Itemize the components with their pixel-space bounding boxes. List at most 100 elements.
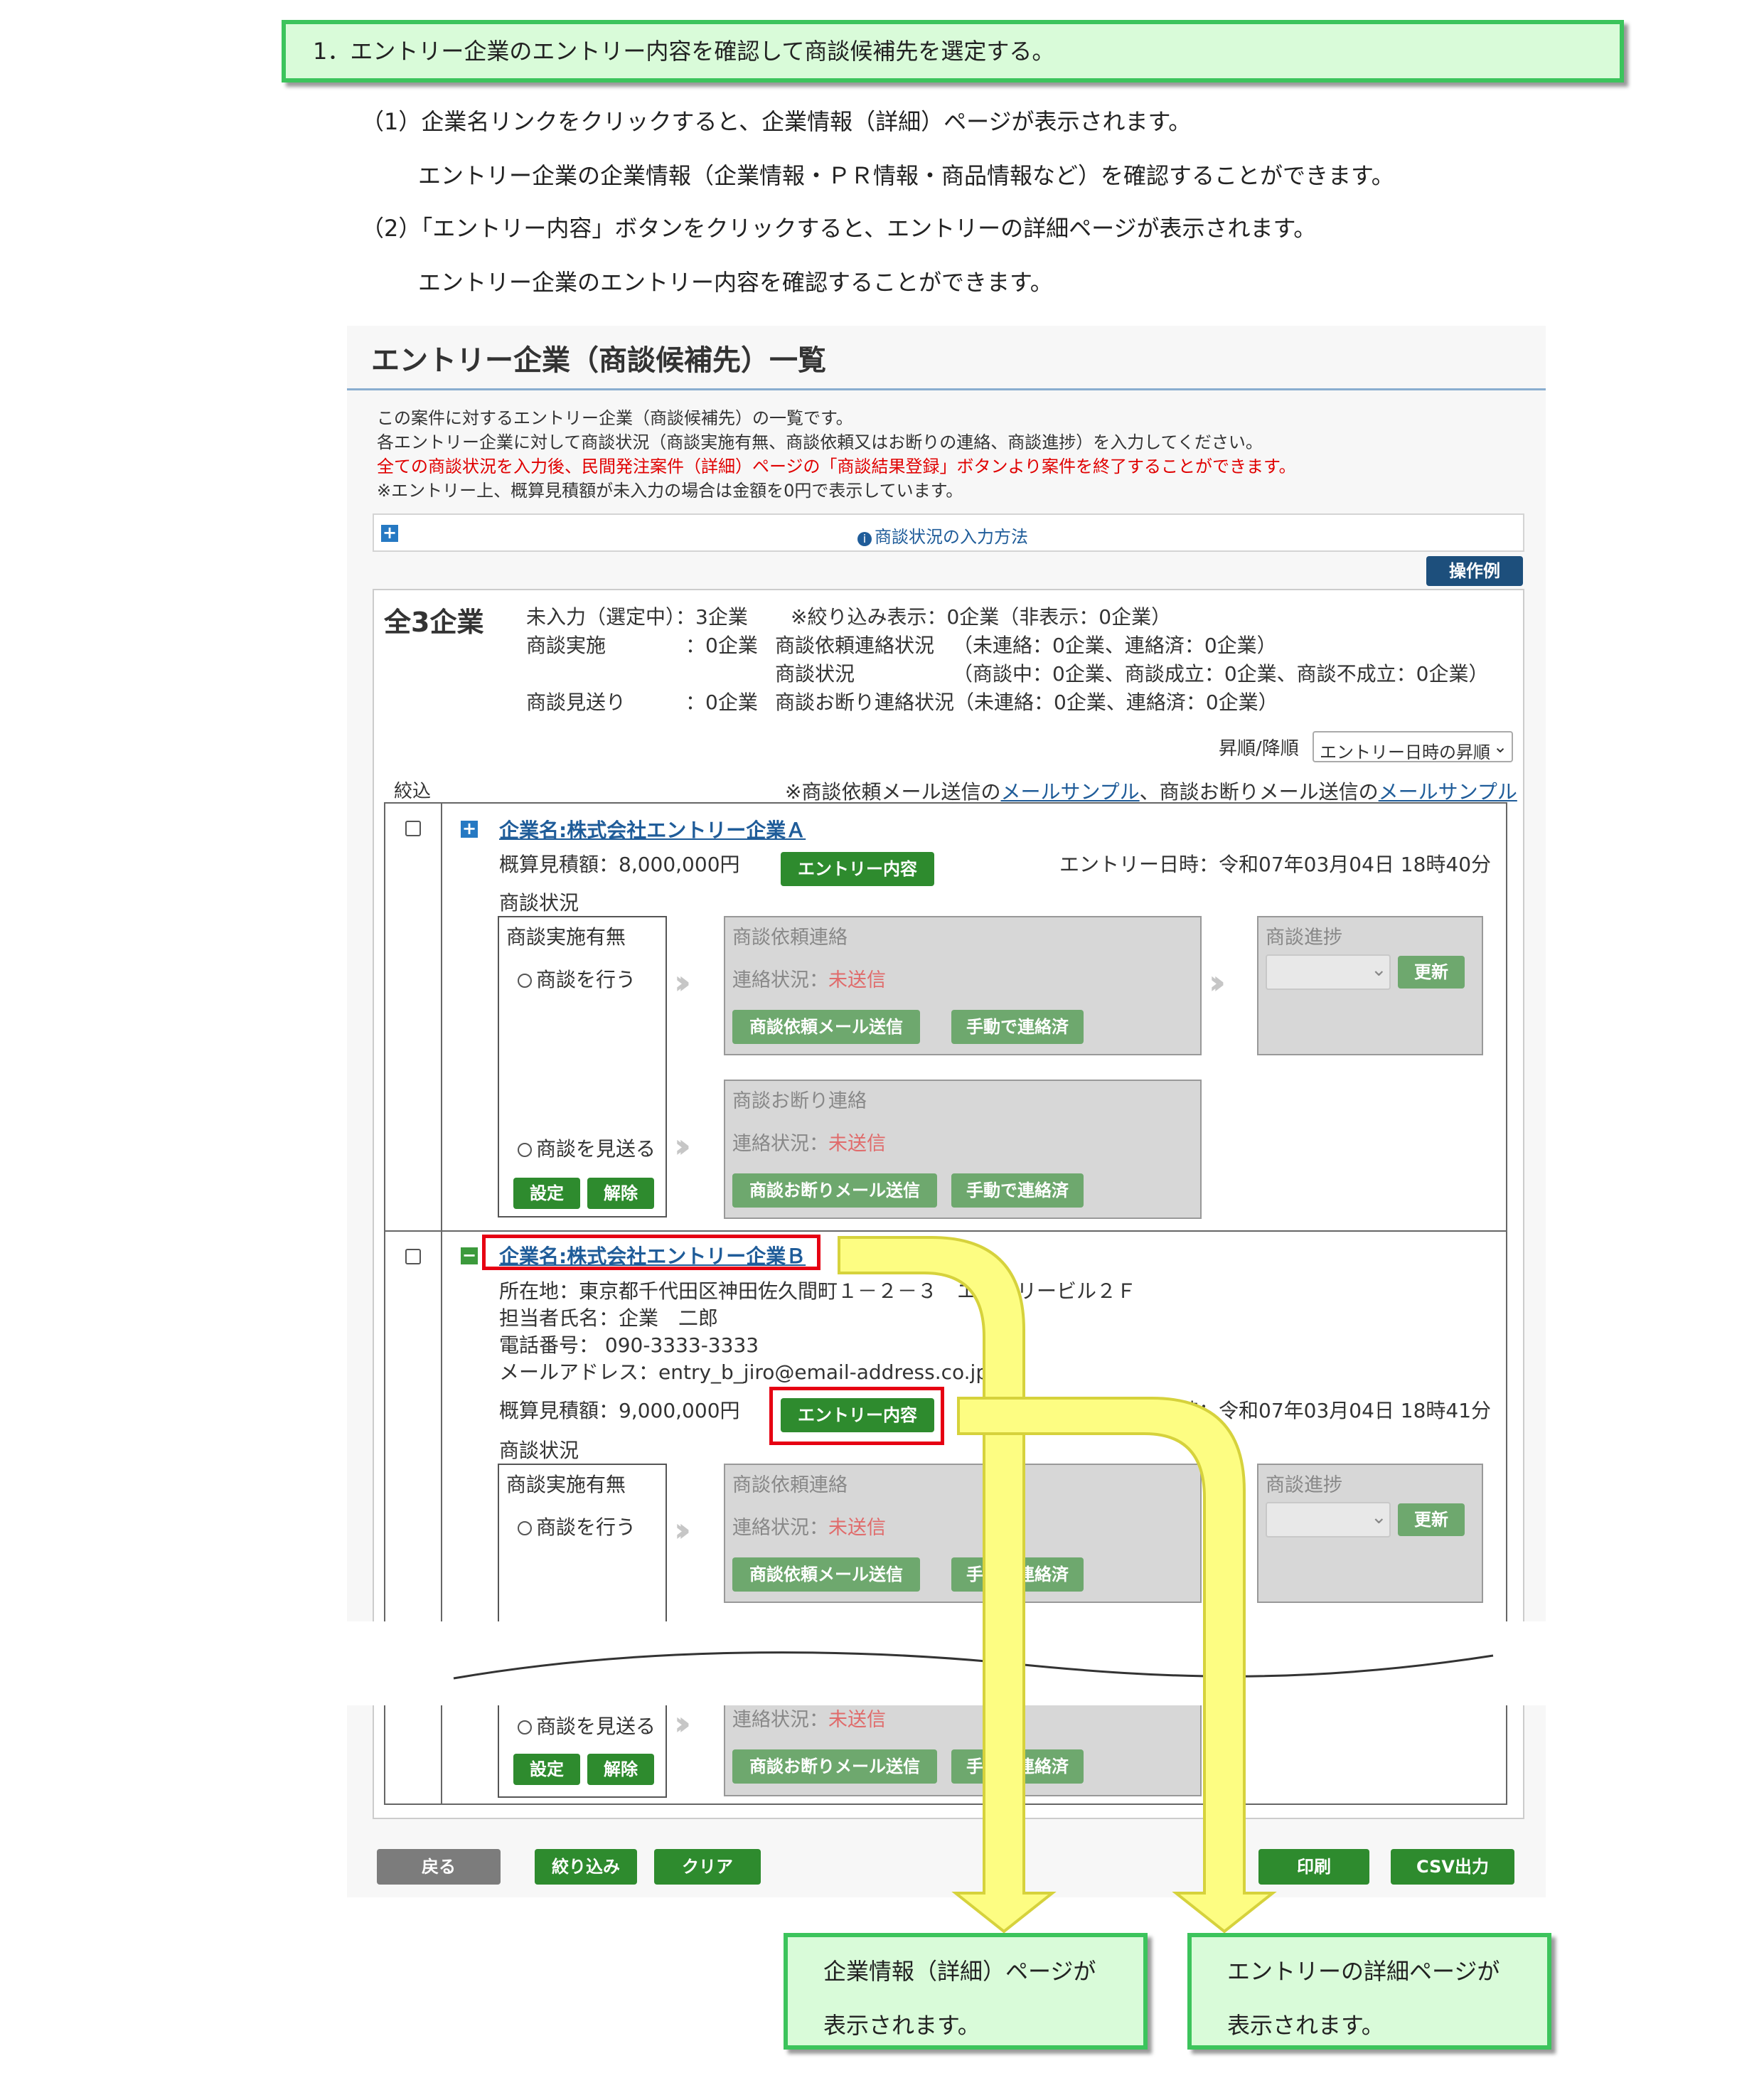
request-mail-button[interactable]: 商談依頼メール送信 bbox=[732, 1557, 920, 1592]
row-checkbox[interactable] bbox=[405, 821, 421, 836]
request-title: 商談依頼連絡 bbox=[732, 927, 848, 949]
expand-icon[interactable]: + bbox=[381, 524, 398, 542]
set-button[interactable]: 設定 bbox=[513, 1178, 580, 1209]
example-button[interactable]: 操作例 bbox=[1426, 556, 1523, 586]
set-button[interactable]: 設定 bbox=[513, 1754, 580, 1785]
radio-skip[interactable]: 商談を見送る bbox=[518, 1711, 656, 1739]
desc-2: 各エントリー企業に対して商談状況（商談実施有無、商談依頼又はお断りの連絡、商談進… bbox=[377, 432, 1263, 452]
entry-content-button-a[interactable]: エントリー内容 bbox=[781, 852, 934, 886]
manual-contact-button[interactable]: 手動で連絡済 bbox=[951, 1557, 1084, 1592]
company-b-email: メールアドレス：entry_b_jiro@email-address.co.jp bbox=[499, 1360, 989, 1384]
print-button[interactable]: 印刷 bbox=[1258, 1849, 1369, 1885]
row-divider bbox=[385, 1230, 1506, 1232]
sort-select[interactable]: エントリー日時の昇順 ⌄ bbox=[1313, 731, 1513, 762]
request-title: 商談依頼連絡 bbox=[732, 1474, 848, 1496]
decline-mail-sample-link[interactable]: メールサンプル bbox=[1379, 780, 1517, 804]
contact-status: 連絡状況：未送信 bbox=[732, 1512, 886, 1540]
update-button[interactable]: 更新 bbox=[1398, 956, 1465, 989]
summary-skip-label: 商談見送り bbox=[526, 691, 626, 714]
howto-label: 商談状況の入力方法 bbox=[875, 527, 1028, 547]
section-heading: 1．エントリー企業のエントリー内容を確認して商談候補先を選定する。 bbox=[282, 20, 1624, 82]
clear-button[interactable]: クリア bbox=[654, 1849, 761, 1885]
impl-title: 商談実施有無 bbox=[506, 925, 626, 949]
info-icon: i bbox=[857, 532, 872, 546]
company-a-link[interactable]: 企業名:株式会社エントリー企業Ａ bbox=[499, 815, 806, 843]
title-underline bbox=[347, 388, 1546, 390]
manual-contact-button[interactable]: 手動で連絡済 bbox=[951, 1010, 1084, 1044]
contact-label: 連絡状況： bbox=[732, 1517, 828, 1539]
company-b-link[interactable]: 企業名:株式会社エントリー企業Ｂ bbox=[499, 1241, 806, 1269]
radio-icon[interactable] bbox=[518, 1720, 532, 1735]
callout-right-line1: エントリーの詳細ページが bbox=[1227, 1958, 1500, 1985]
contact-label: 連絡状況： bbox=[732, 1709, 828, 1731]
radio-icon[interactable] bbox=[518, 1143, 532, 1157]
collapse-icon[interactable]: − bbox=[461, 1247, 478, 1264]
company-b-date: エントリー日時：令和07年03月04日 18時41分 bbox=[1059, 1399, 1492, 1422]
row-checkbox[interactable] bbox=[405, 1249, 421, 1264]
filter-button[interactable]: 絞り込み bbox=[535, 1849, 637, 1885]
progress-select[interactable]: ⌄ bbox=[1266, 954, 1391, 990]
callout-left-line1: 企業情報（詳細）ページが bbox=[823, 1958, 1096, 1985]
summary-unentered: 未入力（選定中）：3企業 bbox=[526, 605, 748, 629]
total-count: 全3企業 bbox=[384, 607, 484, 638]
company-b-phone: 電話番号： 090-3333-3333 bbox=[499, 1333, 759, 1357]
decline-mail-button[interactable]: 商談お断りメール送信 bbox=[732, 1749, 937, 1784]
radio-do[interactable]: 商談を行う bbox=[518, 1512, 636, 1540]
impl-box bbox=[498, 916, 667, 1218]
contact-label: 連絡状況： bbox=[732, 969, 828, 991]
entry-content-button-b[interactable]: エントリー内容 bbox=[781, 1398, 934, 1432]
callout-left-line2: 表示されます。 bbox=[823, 2012, 980, 2039]
company-a-date: エントリー日時：令和07年03月04日 18時40分 bbox=[1059, 853, 1492, 876]
arrow-right-icon: ›› bbox=[674, 1704, 691, 1742]
desc-1: この案件に対するエントリー企業（商談候補先）の一覧です。 bbox=[377, 408, 853, 428]
radio-do[interactable]: 商談を行う bbox=[518, 964, 636, 993]
desc-3: 全ての商談状況を入力後、民間発注案件（詳細）ページの「商談結果登録」ボタンより案… bbox=[377, 457, 1296, 476]
manual-contact-button[interactable]: 手動で連絡済 bbox=[951, 1749, 1084, 1784]
company-a-estimate: 概算見積額：8,000,000円 bbox=[499, 853, 740, 876]
radio-skip-label: 商談を見送る bbox=[536, 1137, 656, 1161]
decline-mail-button[interactable]: 商談お断りメール送信 bbox=[732, 1173, 937, 1208]
instruction-1-detail: エントリー企業の企業情報（企業情報・ＰＲ情報・商品情報など）を確認することができ… bbox=[418, 162, 1394, 189]
impl-title: 商談実施有無 bbox=[506, 1473, 626, 1496]
progress-select[interactable]: ⌄ bbox=[1266, 1502, 1391, 1538]
mail-note-2: 、商談お断りメール送信の bbox=[1139, 780, 1379, 804]
callout-right-line2: 表示されます。 bbox=[1227, 2012, 1384, 2039]
radio-icon[interactable] bbox=[518, 1521, 532, 1535]
radio-skip[interactable]: 商談を見送る bbox=[518, 1134, 656, 1162]
update-button[interactable]: 更新 bbox=[1398, 1503, 1465, 1536]
summary-impl-label: 商談実施 bbox=[526, 634, 606, 657]
summary-req-label: 商談依頼連絡状況 bbox=[775, 634, 935, 657]
progress-title: 商談進捗 bbox=[1266, 927, 1342, 949]
arrow-right-icon: ›› bbox=[674, 1510, 691, 1549]
company-b-address: 所在地：東京都千代田区神田佐久間町１－２－３ エントリービル２Ｆ bbox=[499, 1279, 1137, 1303]
request-mail-sample-link[interactable]: メールサンプル bbox=[1000, 780, 1139, 804]
decline-title: 商談お断り連絡 bbox=[732, 1090, 867, 1112]
page-title: エントリー企業（商談候補先）一覧 bbox=[371, 344, 826, 377]
expand-icon[interactable]: + bbox=[461, 820, 478, 838]
cancel-button[interactable]: 解除 bbox=[587, 1754, 654, 1785]
chevron-down-icon: ⌄ bbox=[1371, 959, 1387, 981]
wavy-break-line bbox=[453, 1651, 1494, 1680]
radio-skip-label: 商談を見送る bbox=[536, 1715, 656, 1738]
cancel-button[interactable]: 解除 bbox=[587, 1178, 654, 1209]
instruction-2: （2）「エントリー内容」ボタンをクリックすると、エントリーの詳細ページが表示され… bbox=[361, 215, 1317, 242]
howto-bar[interactable]: + i 商談状況の入力方法 bbox=[373, 513, 1524, 552]
summary-impl-count: ：0企業 bbox=[685, 634, 758, 657]
contact-label: 連絡状況： bbox=[732, 1133, 828, 1155]
request-mail-button[interactable]: 商談依頼メール送信 bbox=[732, 1010, 920, 1044]
back-button[interactable]: 戻る bbox=[377, 1849, 501, 1885]
manual-contact-button[interactable]: 手動で連絡済 bbox=[951, 1173, 1084, 1208]
company-b-estimate: 概算見積額：9,000,000円 bbox=[499, 1399, 740, 1422]
radio-icon[interactable] bbox=[518, 974, 532, 988]
mail-note-1: ※商談依頼メール送信の bbox=[785, 780, 1001, 804]
summary-skip-count: ：0企業 bbox=[685, 691, 758, 714]
status-label: 商談状況 bbox=[499, 1439, 579, 1462]
howto-link[interactable]: i 商談状況の入力方法 bbox=[857, 523, 1028, 548]
chevron-down-icon: ⌄ bbox=[1493, 737, 1508, 757]
unsent-value: 未送信 bbox=[828, 1133, 886, 1155]
csv-export-button[interactable]: CSV出力 bbox=[1391, 1849, 1514, 1885]
contact-status: 連絡状況：未送信 bbox=[732, 1128, 886, 1156]
chevron-down-icon: ⌄ bbox=[1371, 1506, 1387, 1528]
mail-note: ※商談依頼メール送信のメールサンプル、商談お断りメール送信のメールサンプル bbox=[785, 777, 1517, 805]
summary-decline: 商談お断り連絡状況（未連絡：0企業、連絡済：0企業） bbox=[775, 691, 1278, 714]
